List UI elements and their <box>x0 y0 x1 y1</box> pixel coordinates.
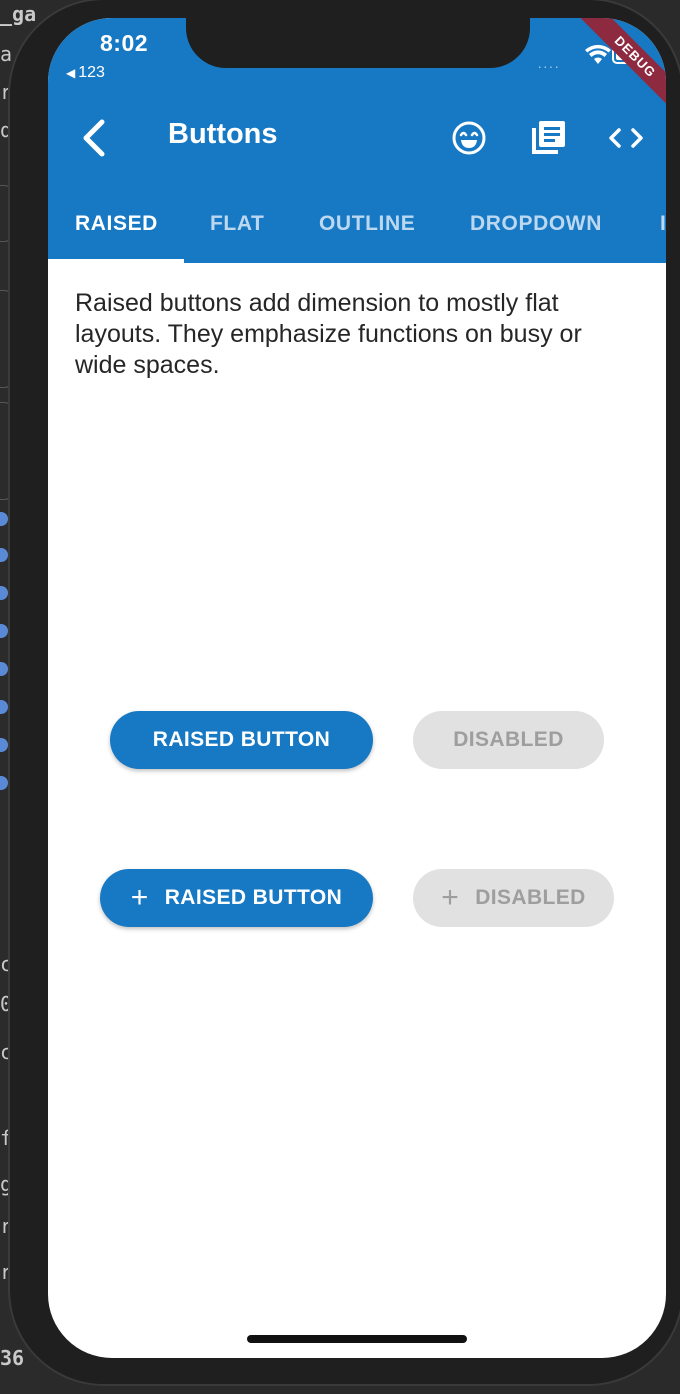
wifi-icon <box>585 44 611 64</box>
editor-glyph: a <box>0 42 13 66</box>
plus-icon: + <box>441 881 460 914</box>
tab-flat[interactable]: FLAT <box>210 212 265 236</box>
back-app-label: 123 <box>78 64 105 81</box>
editor-glyph: 36 <box>0 1346 25 1370</box>
cellular-signal-icon: ···· <box>537 58 560 74</box>
active-tab-indicator <box>48 259 184 263</box>
back-to-app-link[interactable]: ◀ 123 <box>66 64 105 82</box>
tab-overflow[interactable]: I <box>660 212 666 236</box>
raised-button-label: RAISED BUTTON <box>152 728 331 751</box>
raised-icon-button-label: RAISED BUTTON <box>164 886 343 909</box>
raised-button[interactable]: RAISED BUTTON <box>110 711 373 769</box>
status-time: 8:02 <box>100 30 149 56</box>
breakpoint-icon <box>0 662 8 676</box>
back-triangle-icon: ◀ <box>66 66 76 80</box>
debug-banner: DEBUG <box>574 18 666 118</box>
phone-screen: 8:02 ◀ 123 ···· DEBUG Buttons RAISED FLA… <box>48 18 666 1358</box>
back-button[interactable] <box>74 116 118 160</box>
breakpoint-icon <box>0 548 8 562</box>
editor-glyph: _ga <box>0 2 37 26</box>
tab-bar: RAISED FLAT OUTLINE DROPDOWN I <box>48 186 666 263</box>
breakpoint-icon <box>0 586 8 600</box>
library-books-icon[interactable] <box>528 118 568 158</box>
device-notch <box>186 18 530 68</box>
chevron-left-icon <box>83 119 105 157</box>
breakpoint-icon <box>0 776 8 790</box>
app-bar: 8:02 ◀ 123 ···· DEBUG Buttons RAISED FLA… <box>48 18 666 263</box>
plus-icon: + <box>130 881 149 914</box>
breakpoint-icon <box>0 512 8 526</box>
disabled-button-label: DISABLED <box>453 728 564 751</box>
breakpoint-icon <box>0 700 8 714</box>
code-icon[interactable] <box>606 118 646 158</box>
breakpoint-icon <box>0 738 8 752</box>
disabled-icon-button-label: DISABLED <box>475 886 586 909</box>
tab-outline[interactable]: OUTLINE <box>319 212 415 236</box>
disabled-button[interactable]: DISABLED <box>413 711 604 769</box>
phone-frame: 8:02 ◀ 123 ···· DEBUG Buttons RAISED FLA… <box>8 0 680 1386</box>
page-title: Buttons <box>168 118 278 150</box>
description-text: Raised buttons add dimension to mostly f… <box>75 289 582 379</box>
tab-dropdown[interactable]: DROPDOWN <box>470 212 602 236</box>
disabled-icon-button[interactable]: + DISABLED <box>413 869 614 927</box>
breakpoint-icon <box>0 624 8 638</box>
home-indicator[interactable] <box>247 1335 467 1343</box>
tab-raised[interactable]: RAISED <box>75 212 158 236</box>
smiley-icon[interactable] <box>449 118 489 158</box>
raised-icon-button[interactable]: + RAISED BUTTON <box>100 869 373 927</box>
